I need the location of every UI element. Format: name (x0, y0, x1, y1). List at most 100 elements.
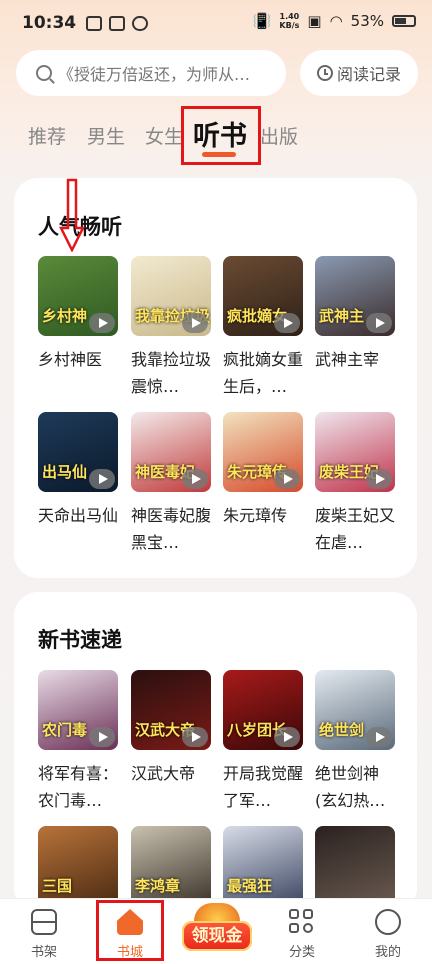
book-cover: 我靠捡垃圾 (131, 256, 211, 336)
book-cover (315, 826, 395, 906)
book-card[interactable]: 武神主 武神主宰 (315, 256, 395, 373)
play-icon (366, 313, 392, 333)
book-card[interactable]: 八岁团长 开局我觉醒了军… (223, 670, 303, 814)
link-notification-icon (132, 16, 148, 31)
book-title: 开局我觉醒了军… (223, 764, 304, 810)
battery-icon (392, 15, 416, 27)
book-cover: 乡村神 (38, 256, 118, 336)
reading-history-label: 阅读记录 (336, 65, 401, 84)
play-icon (182, 727, 208, 747)
book-title: 将军有喜：农门毒… (38, 764, 119, 810)
category-grid-icon (289, 909, 315, 935)
book-cover: 出马仙 (38, 412, 118, 492)
book-cover: 朱元璋传 (223, 412, 303, 492)
book-card[interactable]: 李鸿章 (131, 826, 211, 906)
cover-text: 农门毒 (42, 721, 88, 739)
play-icon (89, 727, 115, 747)
book-card[interactable]: 疯批嫡女 疯批嫡女重生后，… (223, 256, 303, 400)
book-card[interactable]: 废柴王妃 废柴王妃又在虐… (315, 412, 395, 556)
app-notification-icon (109, 16, 125, 31)
book-title: 疯批嫡女重生后，… (223, 350, 304, 396)
book-cover: 农门毒 (38, 670, 118, 750)
tab-male[interactable]: 男生 (87, 122, 125, 149)
book-title: 乡村神医 (38, 350, 103, 369)
play-icon (274, 727, 300, 747)
search-icon (36, 65, 52, 81)
search-input[interactable]: 《授徒万倍返还，为师从… (16, 50, 286, 96)
grid-cell (289, 923, 299, 933)
book-cover: 废柴王妃 (315, 412, 395, 492)
battery-level: 53% (350, 12, 384, 30)
grid-cell (289, 909, 299, 919)
play-icon (366, 469, 392, 489)
book-cover: 八岁团长 (223, 670, 303, 750)
nav-bookshelf[interactable]: 书架 (14, 907, 74, 960)
book-title: 朱元璋传 (223, 506, 288, 525)
book-card[interactable]: 最强狂 (223, 826, 303, 906)
book-card[interactable]: 乡村神 乡村神医 (38, 256, 118, 373)
search-placeholder: 《授徒万倍返还，为师从… (58, 65, 251, 84)
nav-label: 我的 (374, 945, 401, 960)
bookshelf-icon (31, 909, 57, 935)
book-card[interactable]: 我靠捡垃圾 我靠捡垃圾震惊… (131, 256, 211, 400)
cover-text: 乡村神 (42, 307, 88, 325)
book-cover: 李鸿章 (131, 826, 211, 906)
play-icon (274, 313, 300, 333)
play-icon (182, 313, 208, 333)
status-bar: 10:34 📳 1.40 KB/s ▣ ◠ 53% (0, 0, 432, 46)
network-speed-value: 1.40 (279, 12, 300, 21)
book-title: 废柴王妃又在虐… (315, 506, 396, 552)
book-cover: 神医毒妃 (131, 412, 211, 492)
cover-text: 三国 (42, 877, 73, 895)
nav-category[interactable]: 分类 (272, 907, 332, 960)
annotation-down-arrow-icon (59, 178, 85, 252)
new-books-section: 新书速递 农门毒 将军有喜：农门毒… 汉武大帝 汉武大帝 八岁团长 开局我觉醒了… (14, 592, 417, 912)
book-card[interactable]: 神医毒妃 神医毒妃腹黑宝… (131, 412, 211, 556)
play-icon (182, 469, 208, 489)
book-cover: 武神主 (315, 256, 395, 336)
book-card[interactable]: 三国 (38, 826, 118, 906)
tab-female[interactable]: 女生 (145, 122, 183, 149)
nav-label: 分类 (288, 945, 315, 960)
network-speed: 1.40 KB/s (279, 12, 299, 30)
book-card[interactable]: 汉武大帝 汉武大帝 (131, 670, 211, 787)
cover-text: 李鸿章 (135, 877, 181, 895)
get-cash-button[interactable]: 领现金 (180, 903, 254, 959)
nav-label: 书架 (30, 945, 57, 960)
book-cover: 疯批嫡女 (223, 256, 303, 336)
book-title: 绝世剑神(玄幻热… (315, 764, 386, 810)
book-card[interactable]: 农门毒 将军有喜：农门毒… (38, 670, 118, 814)
book-card[interactable]: 朱元璋传 朱元璋传 (223, 412, 303, 529)
cover-text: 武神主 (319, 307, 365, 325)
reading-history-button[interactable]: 阅读记录 (300, 50, 418, 96)
play-icon (89, 313, 115, 333)
book-title: 汉武大帝 (131, 764, 196, 783)
book-title: 武神主宰 (315, 350, 380, 369)
book-title: 我靠捡垃圾震惊… (131, 350, 212, 396)
book-card[interactable]: 出马仙 天命出马仙 (38, 412, 118, 529)
book-card[interactable]: 绝世剑 绝世剑神(玄幻热… (315, 670, 395, 814)
tab-recommend[interactable]: 推荐 (28, 122, 66, 149)
book-card[interactable] (315, 826, 395, 906)
book-title: 天命出马仙 (38, 506, 119, 525)
book-cover: 汉武大帝 (131, 670, 211, 750)
status-right: 📳 1.40 KB/s ▣ ◠ 53% (253, 12, 416, 30)
clock-icon (316, 65, 333, 81)
grid-search-cell (303, 923, 313, 933)
play-icon (274, 469, 300, 489)
grid-cell (303, 909, 313, 919)
nav-profile[interactable]: 我的 (358, 907, 418, 960)
play-icon (89, 469, 115, 489)
book-cover: 绝世剑 (315, 670, 395, 750)
book-cover: 三国 (38, 826, 118, 906)
cover-text: 绝世剑 (319, 721, 365, 739)
book-cover: 最强狂 (223, 826, 303, 906)
tab-publish[interactable]: 出版 (260, 122, 298, 149)
play-icon (366, 727, 392, 747)
annotation-highlight-bookstore (96, 900, 164, 961)
cash-label: 领现金 (182, 921, 252, 951)
notification-icons (86, 16, 148, 31)
profile-icon (375, 909, 401, 935)
vibrate-icon: 📳 (252, 12, 272, 30)
wifi-icon: ◠ (329, 12, 343, 30)
